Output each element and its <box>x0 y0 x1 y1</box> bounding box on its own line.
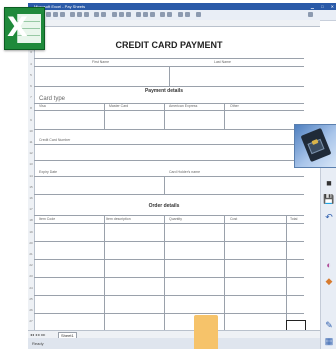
status-text: Ready <box>32 341 44 346</box>
save-toolbar-icon[interactable] <box>46 12 51 17</box>
master-card-label: Master Card <box>109 104 129 108</box>
sort-icon[interactable] <box>119 12 124 17</box>
other-label: Other <box>230 104 239 108</box>
fill-square-icon[interactable]: ■ <box>324 178 334 188</box>
cardholder-name-label: Card Holder's name <box>169 170 201 174</box>
merge-icon[interactable] <box>167 12 172 17</box>
close-icon[interactable]: ✕ <box>331 4 334 9</box>
zoom-icon[interactable] <box>196 12 201 17</box>
last-name-label: Last Name <box>214 60 231 64</box>
bold-icon[interactable] <box>136 12 141 17</box>
pencil-icon[interactable]: ✎ <box>324 320 334 330</box>
color-palette-icon[interactable]: ◐ <box>324 260 334 270</box>
font-color-icon[interactable] <box>178 12 183 17</box>
copy-icon[interactable] <box>77 12 82 17</box>
print-icon[interactable] <box>53 12 58 17</box>
window-title-bar: Microsoft Excel - Pay Sheets ▁ □ ✕ <box>28 3 336 10</box>
grid-icon[interactable]: ▦ <box>324 336 334 346</box>
window-controls[interactable]: ▁ □ ✕ <box>305 3 334 10</box>
help-icon[interactable] <box>308 12 313 17</box>
item-description-label: Item description <box>106 217 131 221</box>
form-title: CREDIT CARD PAYMENT <box>115 40 223 50</box>
quantity-label: Quantity <box>169 217 183 221</box>
hand-cursor-icon <box>194 315 218 349</box>
first-name-label: First Name <box>92 60 110 64</box>
paste-icon[interactable] <box>84 12 89 17</box>
undo-toolbar-icon[interactable] <box>94 12 99 17</box>
save-icon[interactable]: 💾 <box>323 194 334 204</box>
align-icon[interactable] <box>160 12 165 17</box>
chart-icon[interactable] <box>126 12 131 17</box>
italic-icon[interactable] <box>143 12 148 17</box>
redo-icon[interactable] <box>101 12 106 17</box>
maximize-icon[interactable]: □ <box>321 4 323 9</box>
card-number-label: Credit Card Number <box>39 138 71 142</box>
preview-icon[interactable] <box>60 12 65 17</box>
card-type-label: Card type <box>39 96 66 102</box>
underline-icon[interactable] <box>150 12 155 17</box>
expiry-date-label: Expiry Date <box>39 170 58 174</box>
status-bar: Ready <box>28 338 336 349</box>
payment-details-heading: Payment details <box>144 88 184 94</box>
minimize-icon[interactable]: ▁ <box>311 4 314 9</box>
card-reader-icon <box>294 124 336 168</box>
cost-label: Cost <box>230 217 238 221</box>
sum-icon[interactable] <box>112 12 117 17</box>
spreadsheet-form[interactable]: CREDIT CARD PAYMENT First Name Last Name… <box>34 26 306 332</box>
item-code-label: Item Code <box>39 217 56 221</box>
visa-label: Visa <box>39 104 46 108</box>
excel-logo-icon: X <box>4 7 45 50</box>
tab-scroll-icon[interactable]: ◂◂ ◂ ▸ ▸▸ <box>30 332 45 337</box>
cut-icon[interactable] <box>70 12 75 17</box>
eraser-icon[interactable]: ◆ <box>324 276 334 286</box>
american-express-label: American Express <box>169 104 198 108</box>
order-details-heading: Order details <box>148 203 180 209</box>
fill-color-icon[interactable] <box>185 12 190 17</box>
total-label: Total <box>290 217 298 221</box>
right-toolbar: ■ 💾 ↶ ◐ ◆ ✎ ▦ <box>320 160 336 349</box>
undo-icon[interactable]: ↶ <box>324 212 334 222</box>
